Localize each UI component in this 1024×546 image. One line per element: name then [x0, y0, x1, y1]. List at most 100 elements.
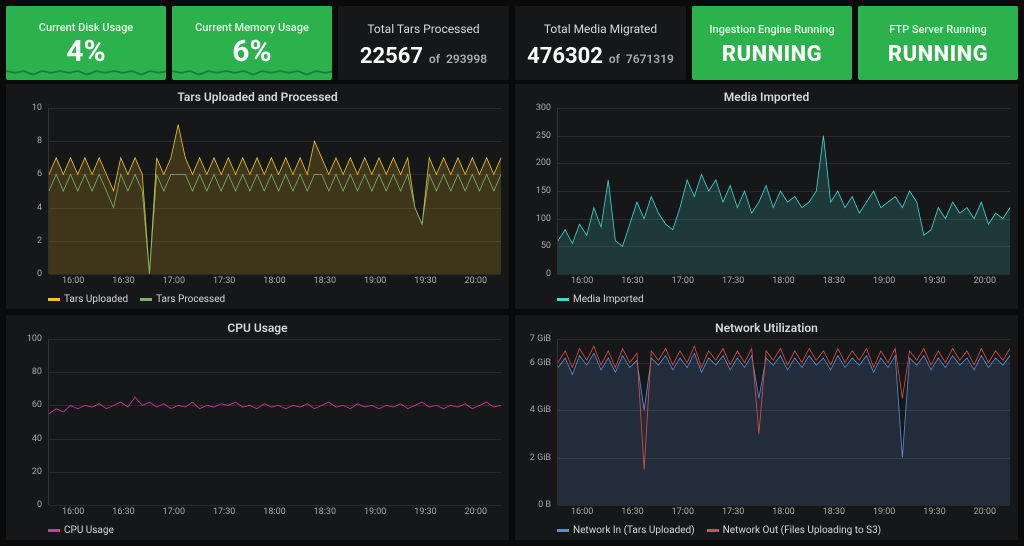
chart-title: Tars Uploaded and Processed: [6, 88, 509, 108]
ftp-status-card: FTP Server Running RUNNING: [858, 6, 1018, 80]
legend-label: Network Out (Files Uploading to S3): [723, 525, 882, 536]
x-tick: 19:00: [364, 507, 386, 517]
y-tick: 40: [32, 434, 42, 444]
total-tars-value: 22567: [360, 44, 423, 69]
cpu-chart-panel: CPU Usage02040608010016:0016:3017:0017:3…: [6, 315, 509, 540]
total-media-value: 476302: [527, 44, 603, 69]
x-tick: 18:30: [314, 507, 336, 517]
chart-title: CPU Usage: [6, 319, 509, 339]
chart-svg: [49, 339, 501, 505]
memory-usage-card: Current Memory Usage 6%: [172, 6, 332, 80]
x-tick: 17:30: [722, 276, 744, 286]
chart-title: Network Utilization: [515, 319, 1018, 339]
x-tick: 18:30: [314, 276, 336, 286]
x-tick: 17:00: [163, 276, 185, 286]
disk-sparkline: [6, 62, 166, 80]
total-media-of: of: [609, 52, 620, 66]
x-tick: 16:00: [571, 276, 593, 286]
x-tick: 17:30: [213, 507, 235, 517]
plot-area: [557, 108, 1010, 274]
x-axis: 16:0016:3017:0017:3018:0018:3019:0019:30…: [557, 505, 1010, 523]
chart-body: 0 B2 GiB4 GiB6 GiB7 GiB16:0016:3017:0017…: [515, 339, 1018, 523]
legend-item: CPU Usage: [48, 525, 114, 536]
total-tars-of: of: [429, 52, 440, 66]
x-tick: 19:30: [414, 276, 436, 286]
legend-item: Tars Processed: [140, 294, 225, 305]
legend-swatch: [48, 298, 60, 301]
chart-body: 024681016:0016:3017:0017:3018:0018:3019:…: [6, 108, 509, 292]
x-tick: 20:00: [974, 507, 996, 517]
legend-label: Network In (Tars Uploaded): [573, 525, 695, 536]
x-tick: 18:00: [772, 507, 794, 517]
y-tick: 150: [536, 186, 551, 196]
y-tick: 80: [32, 367, 42, 377]
x-tick: 17:30: [722, 507, 744, 517]
memory-sparkline: [172, 62, 332, 80]
x-tick: 16:30: [112, 507, 134, 517]
legend-label: CPU Usage: [64, 525, 114, 536]
x-axis: 16:0016:3017:0017:3018:0018:3019:0019:30…: [48, 274, 501, 292]
y-tick: 0: [37, 269, 42, 279]
media-chart-panel: Media Imported05010015020025030016:0016:…: [515, 84, 1018, 309]
chart-legend: CPU Usage: [6, 523, 509, 536]
y-tick: 2: [37, 236, 42, 246]
total-media-card: Total Media Migrated 476302 of 7671319: [515, 6, 686, 80]
y-tick: 7 GiB: [530, 334, 551, 344]
x-tick: 16:00: [62, 507, 84, 517]
y-axis: 0 B2 GiB4 GiB6 GiB7 GiB: [515, 339, 555, 505]
y-axis: 050100150200250300: [515, 108, 555, 274]
total-tars-total: 293998: [446, 52, 487, 66]
x-tick: 16:00: [571, 507, 593, 517]
y-tick: 0: [37, 500, 42, 510]
legend-swatch: [557, 529, 569, 532]
tars-chart-panel: Tars Uploaded and Processed024681016:001…: [6, 84, 509, 309]
x-tick: 19:30: [923, 276, 945, 286]
x-tick: 18:30: [823, 507, 845, 517]
series-0: [49, 397, 501, 414]
memory-usage-title: Current Memory Usage: [195, 21, 309, 34]
y-tick: 4: [37, 203, 42, 213]
legend-label: Tars Processed: [156, 294, 225, 305]
legend-label: Tars Uploaded: [64, 294, 128, 305]
total-tars-card: Total Tars Processed 22567 of 293998: [338, 6, 509, 80]
chart-body: 05010015020025030016:0016:3017:0017:3018…: [515, 108, 1018, 292]
total-tars-value-line: 22567 of 293998: [360, 44, 487, 69]
y-tick: 4 GiB: [530, 405, 551, 415]
x-tick: 19:30: [923, 507, 945, 517]
legend-swatch: [48, 529, 60, 532]
x-tick: 17:00: [163, 507, 185, 517]
x-tick: 18:00: [263, 276, 285, 286]
y-tick: 6 GiB: [530, 358, 551, 368]
charts-grid: Tars Uploaded and Processed024681016:001…: [0, 84, 1024, 546]
chart-svg: [49, 108, 501, 274]
legend-item: Network In (Tars Uploaded): [557, 525, 695, 536]
y-tick: 20: [32, 467, 42, 477]
x-tick: 17:00: [672, 276, 694, 286]
legend-swatch: [140, 298, 152, 301]
legend-swatch: [707, 529, 719, 532]
y-tick: 200: [536, 158, 551, 168]
x-tick: 19:30: [414, 507, 436, 517]
x-tick: 16:00: [62, 276, 84, 286]
x-tick: 19:00: [364, 276, 386, 286]
x-tick: 20:00: [974, 276, 996, 286]
total-media-title: Total Media Migrated: [544, 22, 657, 36]
y-tick: 300: [536, 103, 551, 113]
x-tick: 18:30: [823, 276, 845, 286]
chart-title: Media Imported: [515, 88, 1018, 108]
x-tick: 16:30: [621, 507, 643, 517]
legend-label: Media Imported: [573, 294, 644, 305]
ingestion-status-title: Ingestion Engine Running: [709, 23, 834, 36]
y-tick: 100: [27, 334, 42, 344]
total-media-value-line: 476302 of 7671319: [527, 44, 674, 69]
x-tick: 20:00: [465, 507, 487, 517]
chart-svg: [558, 108, 1010, 274]
plot-area: [557, 339, 1010, 505]
chart-body: 02040608010016:0016:3017:0017:3018:0018:…: [6, 339, 509, 523]
x-tick: 20:00: [465, 276, 487, 286]
disk-usage-title: Current Disk Usage: [39, 21, 133, 34]
chart-legend: Network In (Tars Uploaded) Network Out (F…: [515, 523, 1018, 536]
y-axis: 0246810: [6, 108, 46, 274]
legend-swatch: [557, 298, 569, 301]
ingestion-status-card: Ingestion Engine Running RUNNING: [692, 6, 852, 80]
